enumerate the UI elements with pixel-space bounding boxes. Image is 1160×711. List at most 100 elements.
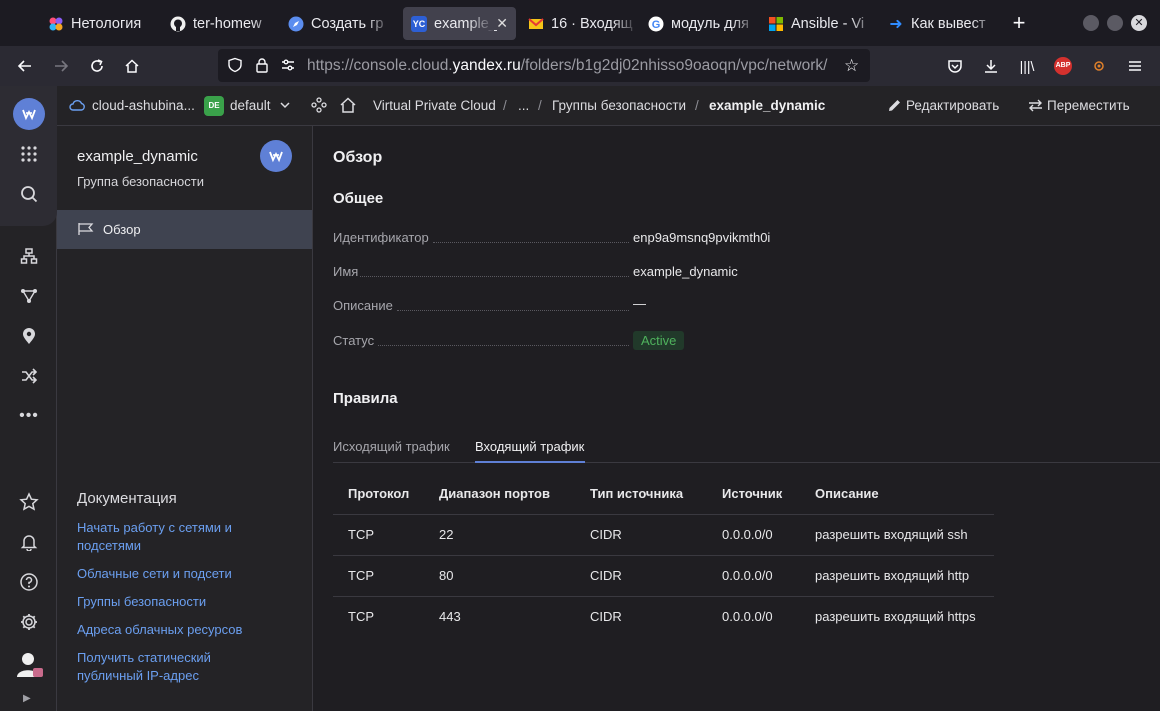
google-icon: G — [648, 16, 664, 32]
all-services-icon[interactable] — [14, 139, 44, 169]
user-avatar[interactable] — [13, 648, 45, 680]
move-arrows-icon[interactable] — [1028, 98, 1043, 116]
table-row[interactable]: TCP 80 CIDR 0.0.0.0/0 разрешить входящий… — [333, 554, 994, 596]
help-icon[interactable] — [14, 567, 44, 597]
tab-howto[interactable]: ➜ Как вывест — [888, 7, 998, 40]
dotted-leader — [360, 276, 629, 277]
resource-title: example_dynamic — [77, 148, 198, 165]
breadcrumb-ellipsis[interactable]: ... — [518, 98, 529, 113]
minimize-icon[interactable] — [1083, 15, 1099, 31]
vpc-service-icon[interactable] — [13, 98, 45, 130]
maximize-icon[interactable] — [1107, 15, 1123, 31]
tab-netology[interactable]: Нетология — [48, 7, 166, 40]
new-tab-icon[interactable]: + — [1007, 11, 1031, 35]
download-icon[interactable] — [979, 54, 1003, 78]
rules-table: Протокол Диапазон портов Тип источника И… — [333, 474, 994, 637]
table-row[interactable]: TCP 443 CIDR 0.0.0.0/0 разрешить входящи… — [333, 595, 994, 637]
column-header: Описание — [815, 486, 879, 502]
doc-link-static-ip[interactable]: Получить статический публичный IP-адрес — [77, 649, 237, 685]
home-icon[interactable] — [120, 54, 144, 78]
reload-icon[interactable] — [85, 54, 109, 78]
dotted-leader — [397, 310, 629, 311]
field-value-id[interactable]: enp9a9msnq9pvikmth0i — [633, 230, 770, 245]
table-row[interactable]: TCP 22 CIDR 0.0.0.0/0 разрешить входящий… — [333, 513, 994, 555]
move-button[interactable]: Переместить — [1047, 98, 1130, 113]
breadcrumb-security-groups[interactable]: Группы безопасности — [552, 98, 686, 113]
notifications-bell-icon[interactable] — [14, 527, 44, 557]
tab-mail[interactable]: 16 · Входящ — [528, 7, 638, 40]
more-icon[interactable]: ••• — [14, 401, 44, 431]
cell-source: 0.0.0.0/0 — [707, 513, 800, 555]
networks-icon[interactable] — [14, 241, 44, 271]
search-icon[interactable] — [14, 179, 44, 209]
tab-example-active[interactable]: YC example_ ✕ — [403, 7, 516, 40]
cloud-icon — [69, 98, 85, 115]
permissions-icon[interactable] — [280, 57, 296, 78]
doc-link-addresses[interactable]: Адреса облачных ресурсов — [77, 621, 277, 639]
doc-link-security-groups[interactable]: Группы безопасности — [77, 593, 277, 611]
tab-label: Нетология — [71, 15, 142, 32]
chevron-down-icon[interactable] — [279, 99, 291, 114]
tab-create-group[interactable]: Создать гр — [288, 7, 392, 40]
breadcrumb-vpc[interactable]: Virtual Private Cloud — [373, 98, 496, 113]
expand-rail-icon[interactable]: ▶ — [23, 693, 31, 704]
github-icon — [170, 16, 186, 32]
cell-protocol: TCP — [333, 554, 424, 596]
compass-icon — [288, 16, 304, 32]
active-tab-indicator — [475, 461, 585, 463]
cell-ports: 22 — [424, 513, 575, 555]
location-icon[interactable] — [14, 321, 44, 351]
netology-icon — [48, 16, 64, 32]
pocket-icon[interactable] — [943, 54, 967, 78]
menu-icon[interactable] — [1123, 54, 1147, 78]
vpc-logo-icon — [260, 140, 292, 172]
back-icon[interactable] — [13, 54, 37, 78]
cell-protocol: TCP — [333, 595, 424, 637]
adblock-icon[interactable]: ABP — [1051, 54, 1075, 78]
extension-icon[interactable] — [1087, 54, 1111, 78]
doc-link-networks[interactable]: Облачные сети и подсети — [77, 565, 277, 583]
tab-egress[interactable]: Исходящий трафик — [333, 439, 450, 454]
shield-icon[interactable] — [227, 57, 243, 78]
breadcrumb-current: example_dynamic — [709, 98, 826, 113]
arrow-icon: ➜ — [889, 15, 903, 33]
edit-button[interactable]: Редактировать — [906, 98, 999, 113]
settings-gear-icon[interactable] — [14, 607, 44, 637]
tab-ingress[interactable]: Входящий трафик — [475, 439, 584, 454]
tab-ansible[interactable]: Ansible - Vi — [768, 7, 876, 40]
tab-github[interactable]: ter-homew — [170, 7, 278, 40]
breadcrumb-separator: / — [503, 98, 507, 113]
table-header-row: Протокол Диапазон портов Тип источника И… — [333, 474, 994, 514]
docs-title: Документация — [77, 490, 177, 507]
cell-ports: 80 — [424, 554, 575, 596]
cell-description: разрешить входящий ssh — [800, 513, 994, 555]
cloud-name[interactable]: cloud-ashubina... — [92, 98, 195, 113]
bookmark-star-icon[interactable]: ☆ — [844, 56, 859, 76]
home-breadcrumb-icon[interactable] — [339, 96, 357, 117]
favorites-star-icon[interactable] — [14, 487, 44, 517]
pencil-icon[interactable] — [887, 98, 902, 116]
column-header: Протокол — [348, 486, 410, 502]
close-window-icon[interactable]: ✕ — [1131, 15, 1147, 31]
folder-badge: DE — [204, 96, 224, 116]
url-text[interactable]: https://console.cloud.yandex.ru/folders/… — [307, 57, 837, 75]
cell-protocol: TCP — [333, 513, 424, 555]
cell-description: разрешить входящий http — [800, 554, 994, 596]
folder-name[interactable]: default — [230, 98, 271, 113]
shuffle-icon[interactable] — [14, 361, 44, 391]
service-hub-icon[interactable] — [311, 97, 327, 116]
nav-item-overview[interactable]: Обзор — [57, 210, 312, 249]
library-icon[interactable]: |||\ — [1015, 54, 1039, 78]
breadcrumb-bar: cloud-ashubina... DE default Virtual Pri… — [57, 86, 1160, 126]
close-icon[interactable]: ✕ — [496, 15, 508, 32]
status-badge: Active — [633, 331, 685, 350]
lock-icon[interactable] — [254, 57, 270, 78]
doc-link-getting-started[interactable]: Начать работу с сетями и подсетями — [77, 519, 257, 555]
tab-google[interactable]: G модуль для — [648, 7, 758, 40]
general-section-title: Общее — [333, 190, 384, 207]
mail-icon — [528, 16, 544, 32]
routes-icon[interactable] — [14, 281, 44, 311]
forward-icon[interactable] — [49, 54, 73, 78]
address-bar[interactable]: https://console.cloud.yandex.ru/folders/… — [218, 49, 870, 82]
column-header: Тип источника — [590, 486, 684, 502]
